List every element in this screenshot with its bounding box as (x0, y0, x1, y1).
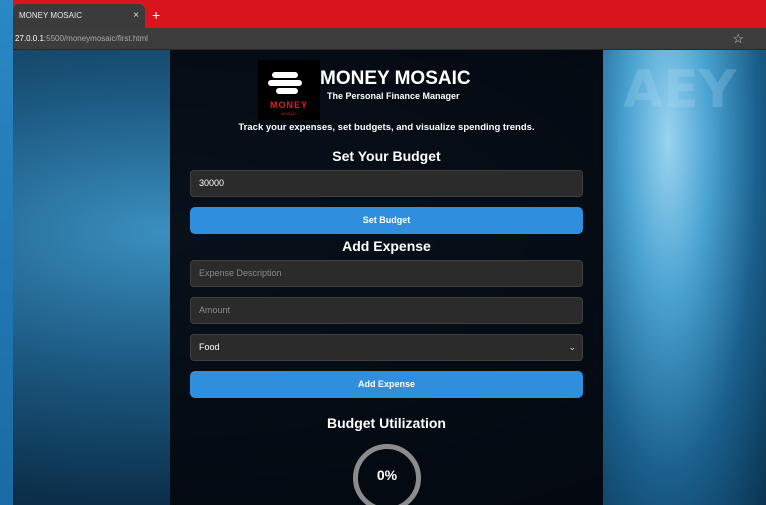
expense-heading: Add Expense (342, 238, 431, 254)
wallet-icon (268, 70, 304, 96)
budget-heading: Set Your Budget (332, 148, 441, 164)
bookmark-star-icon[interactable]: ☆ (732, 31, 744, 47)
add-expense-button[interactable]: Add Expense (190, 371, 583, 398)
background-text: AEY (623, 60, 737, 120)
budget-input[interactable]: 30000 (190, 170, 583, 197)
address-bar[interactable]: 27.0.0.1:5500/moneymosaic/first.html ☆ (13, 28, 766, 50)
close-tab-icon[interactable]: × (133, 4, 139, 28)
chevron-down-icon: ⌄ (568, 342, 576, 352)
utilization-percent: 0% (376, 467, 398, 483)
desktop-edge (0, 0, 13, 505)
utilization-heading: Budget Utilization (327, 415, 446, 431)
background-image-right: AEY (603, 50, 766, 505)
logo-sub: MOSAIC (281, 111, 297, 116)
expense-description-input[interactable]: Expense Description (190, 260, 583, 287)
app-description: Track your expenses, set budgets, and vi… (238, 122, 535, 133)
main-panel: MONEY MOSAIC MONEY MOSAIC The Personal F… (170, 50, 603, 505)
page-viewport: AEY MONEY MOSAIC MONEY MOSAIC The Person… (13, 50, 766, 505)
money-mosaic-logo: MONEY MOSAIC (258, 60, 320, 120)
url-text[interactable]: 27.0.0.1:5500/moneymosaic/first.html (15, 28, 148, 50)
browser-tab[interactable]: MONEY MOSAIC × (13, 4, 145, 28)
url-path: :5500/moneymosaic/first.html (43, 34, 148, 43)
app-tagline: The Personal Finance Manager (327, 91, 460, 101)
category-value: Food (199, 342, 220, 352)
expense-category-select[interactable]: Food ⌄ (190, 334, 583, 361)
url-host: 27.0.0.1 (15, 34, 44, 43)
app-title: MONEY MOSAIC (320, 68, 471, 89)
tab-title: MONEY MOSAIC (19, 11, 82, 20)
new-tab-button[interactable]: + (152, 4, 160, 26)
logo-word: MONEY (269, 100, 308, 110)
expense-amount-input[interactable]: Amount (190, 297, 583, 324)
set-budget-button[interactable]: Set Budget (190, 207, 583, 234)
